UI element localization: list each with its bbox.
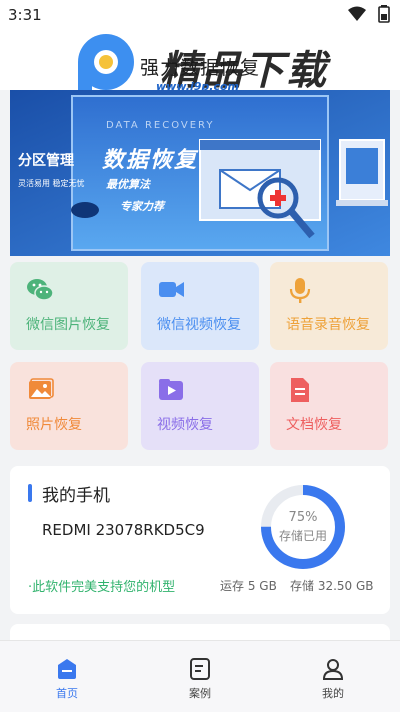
document-icon	[291, 378, 309, 402]
my-phone-card: 我的手机 REDMI 23078RKD5C9 ·此软件完美支持您的机型 运存 5…	[10, 466, 390, 614]
banner-line2: 专家力荐	[120, 200, 164, 213]
banner-left-subtext: 灵活易用 稳定无忧	[18, 179, 85, 188]
section-title: 我的手机	[42, 486, 110, 506]
nav-label: 案例	[189, 687, 211, 700]
banner-title: 数据恢复	[102, 148, 199, 173]
tile-photo-recovery[interactable]: 照片恢复	[10, 362, 128, 450]
profile-icon	[322, 659, 344, 680]
status-time: 3:31	[8, 6, 42, 24]
wifi-icon	[348, 6, 366, 21]
section-accent-bar	[28, 484, 32, 502]
video-camera-icon	[159, 282, 184, 297]
video-play-icon	[159, 379, 183, 400]
tile-wechat-video-recovery[interactable]: 微信视频恢复	[141, 262, 259, 350]
tile-label: 微信视频恢复	[157, 317, 241, 333]
title-bar: 强力数据恢复 精品下载 www.j9p.com	[0, 30, 400, 94]
nav-item-profile[interactable]: 我的	[293, 641, 373, 712]
device-model: REDMI 23078RKD5C9	[42, 521, 205, 539]
tile-label: 语音录音恢复	[286, 317, 370, 333]
banner-left-text: 分区管理	[18, 153, 74, 169]
microphone-icon	[289, 278, 311, 303]
tile-video-recovery[interactable]: 视频恢复	[141, 362, 259, 450]
case-icon	[190, 658, 210, 680]
banner-illustration	[10, 90, 390, 256]
nav-label: 我的	[322, 687, 344, 700]
tile-label: 视频恢复	[157, 417, 213, 433]
ram-info: 运存 5 GB	[220, 579, 277, 593]
tile-label: 文档恢复	[286, 417, 342, 433]
home-icon	[58, 659, 76, 679]
tile-voice-recovery[interactable]: 语音录音恢复	[270, 262, 388, 350]
storage-usage-percent: 75%	[288, 510, 318, 525]
battery-icon	[378, 5, 390, 23]
nav-label: 首页	[56, 687, 78, 700]
photo-icon	[29, 378, 54, 399]
tile-label: 微信图片恢复	[26, 317, 110, 333]
tile-wechat-image-recovery[interactable]: 微信图片恢复	[10, 262, 128, 350]
status-bar: 3:31	[0, 0, 400, 30]
wechat-icon	[27, 279, 54, 301]
tile-document-recovery[interactable]: 文档恢复	[270, 362, 388, 450]
tile-label: 照片恢复	[26, 417, 82, 433]
banner-line1: 最优算法	[106, 178, 150, 191]
bottom-nav: 首页 案例 我的	[0, 640, 400, 712]
support-text: ·此软件完美支持您的机型	[28, 580, 176, 595]
storage-usage-label: 存储已用	[278, 529, 327, 543]
nav-item-cases[interactable]: 案例	[160, 641, 240, 712]
storage-info: 存储 32.50 GB	[290, 579, 374, 593]
nav-item-home[interactable]: 首页	[27, 641, 107, 712]
watermark-logo-icon	[78, 34, 134, 90]
banner-subtitle: DATA RECOVERY	[106, 120, 215, 131]
promo-banner[interactable]: DATA RECOVERY 数据恢复 最优算法 专家力荐 分区管理 灵活易用 稳…	[10, 90, 390, 256]
